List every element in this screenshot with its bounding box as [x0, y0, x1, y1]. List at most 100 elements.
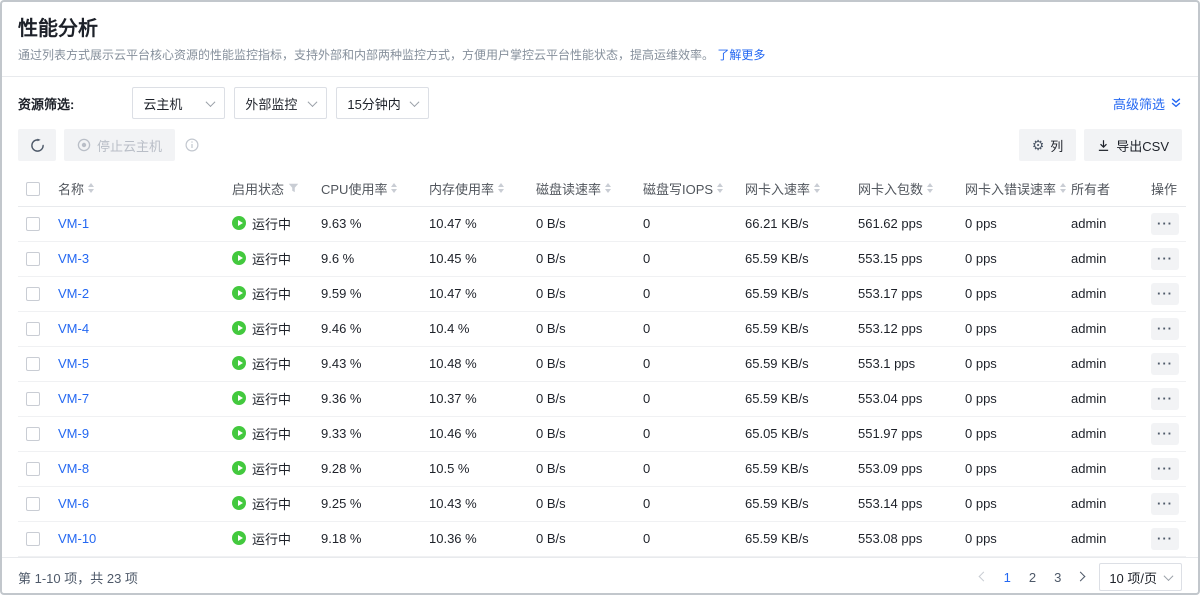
row-actions-button[interactable]: ···	[1151, 283, 1179, 305]
filter-funnel-icon[interactable]	[288, 183, 299, 193]
disk-read-rate-cell: 0 B/s	[536, 521, 643, 556]
row-checkbox[interactable]	[26, 427, 40, 441]
disk-write-iops-cell: 0	[643, 206, 745, 241]
resource-type-select[interactable]: 云主机	[132, 87, 225, 119]
row-checkbox[interactable]	[26, 357, 40, 371]
sort-icon[interactable]	[1060, 183, 1066, 193]
sort-icon[interactable]	[88, 183, 94, 193]
running-status-icon	[232, 496, 246, 510]
advanced-filter-label: 高级筛选	[1113, 94, 1165, 113]
nic-in-error-rate-cell: 0 pps	[965, 381, 1071, 416]
owner-cell: admin	[1071, 311, 1143, 346]
row-checkbox[interactable]	[26, 462, 40, 476]
row-actions-button[interactable]: ···	[1151, 528, 1179, 550]
running-status-icon	[232, 531, 246, 545]
vm-name-link[interactable]: VM-1	[58, 216, 89, 231]
memory-usage-cell: 10.43 %	[429, 486, 536, 521]
memory-usage-cell: 10.4 %	[429, 311, 536, 346]
row-actions-button[interactable]: ···	[1151, 353, 1179, 375]
row-actions-button[interactable]: ···	[1151, 213, 1179, 235]
col-disk-write-iops: 磁盘写IOPS	[643, 179, 713, 198]
time-range-value: 15分钟内	[347, 94, 400, 113]
info-icon[interactable]	[185, 138, 199, 152]
nic-in-rate-cell: 65.59 KB/s	[745, 521, 858, 556]
filter-bar: 资源筛选: 云主机 外部监控 15分钟内 高级筛选	[2, 77, 1198, 129]
nic-in-rate-cell: 66.21 KB/s	[745, 206, 858, 241]
vm-name-link[interactable]: VM-8	[58, 461, 89, 476]
nic-in-error-rate-cell: 0 pps	[965, 521, 1071, 556]
row-checkbox[interactable]	[26, 287, 40, 301]
row-actions-button[interactable]: ···	[1151, 248, 1179, 270]
refresh-button[interactable]	[18, 129, 56, 161]
time-range-select[interactable]: 15分钟内	[336, 87, 429, 119]
gear-icon: ⚙	[1032, 138, 1045, 152]
row-checkbox[interactable]	[26, 392, 40, 406]
page-number-3[interactable]: 3	[1052, 570, 1063, 585]
row-actions-button[interactable]: ···	[1151, 388, 1179, 410]
running-status-icon	[232, 461, 246, 475]
vm-name-link[interactable]: VM-6	[58, 496, 89, 511]
columns-button[interactable]: ⚙ 列	[1019, 129, 1077, 161]
status-label: 运行中	[252, 214, 291, 233]
memory-usage-cell: 10.47 %	[429, 206, 536, 241]
row-checkbox[interactable]	[26, 322, 40, 336]
row-actions-button[interactable]: ···	[1151, 493, 1179, 515]
disk-read-rate-cell: 0 B/s	[536, 276, 643, 311]
disk-write-iops-cell: 0	[643, 311, 745, 346]
disk-write-iops-cell: 0	[643, 521, 745, 556]
page-number-2[interactable]: 2	[1027, 570, 1038, 585]
sort-icon[interactable]	[498, 183, 504, 193]
disk-write-iops-cell: 0	[643, 486, 745, 521]
vm-name-link[interactable]: VM-10	[58, 531, 96, 546]
nic-in-packets-cell: 561.62 pps	[858, 206, 965, 241]
col-nic-in-err: 网卡入错误速率	[965, 179, 1056, 198]
disk-write-iops-cell: 0	[643, 416, 745, 451]
row-checkbox[interactable]	[26, 252, 40, 266]
page-subtitle: 通过列表方式展示云平台核心资源的性能监控指标，支持外部和内部两种监控方式，方便用…	[18, 47, 1182, 64]
vm-name-link[interactable]: VM-2	[58, 286, 89, 301]
disk-read-rate-cell: 0 B/s	[536, 241, 643, 276]
sort-icon[interactable]	[605, 183, 611, 193]
row-checkbox[interactable]	[26, 497, 40, 511]
stop-vm-button[interactable]: 停止云主机	[64, 129, 175, 161]
table-row: VM-5 运行中 9.43 % 10.48 % 0 B/s 0 65.59 KB…	[18, 346, 1186, 381]
row-actions-button[interactable]: ···	[1151, 423, 1179, 445]
row-checkbox[interactable]	[26, 532, 40, 546]
vm-name-link[interactable]: VM-4	[58, 321, 89, 336]
prev-page-button[interactable]	[980, 573, 988, 581]
page-title: 性能分析	[18, 16, 1182, 42]
table-header-row: 名称 启用状态 CPU使用率 内存使用率 磁盘读速率 磁盘写IOPS 网卡入速率…	[18, 171, 1186, 206]
sort-icon[interactable]	[717, 183, 723, 193]
status-label: 运行中	[252, 459, 291, 478]
disk-write-iops-cell: 0	[643, 346, 745, 381]
pagination-pages: 123	[1002, 570, 1064, 585]
vm-name-link[interactable]: VM-3	[58, 251, 89, 266]
export-csv-button[interactable]: 导出CSV	[1084, 129, 1182, 161]
vm-name-link[interactable]: VM-9	[58, 426, 89, 441]
advanced-filter-link[interactable]: 高级筛选	[1113, 94, 1182, 113]
table-row: VM-4 运行中 9.46 % 10.4 % 0 B/s 0 65.59 KB/…	[18, 311, 1186, 346]
monitor-type-select[interactable]: 外部监控	[234, 87, 327, 119]
cpu-usage-cell: 9.25 %	[321, 486, 429, 521]
cpu-usage-cell: 9.6 %	[321, 241, 429, 276]
sort-icon[interactable]	[927, 183, 933, 193]
next-page-button[interactable]	[1077, 573, 1085, 581]
row-actions-button[interactable]: ···	[1151, 318, 1179, 340]
toolbar: 停止云主机 ⚙ 列 导出CSV	[2, 129, 1198, 171]
vm-name-link[interactable]: VM-7	[58, 391, 89, 406]
sort-icon[interactable]	[391, 183, 397, 193]
col-nic-in-pkts: 网卡入包数	[858, 179, 923, 198]
nic-in-packets-cell: 553.12 pps	[858, 311, 965, 346]
vm-name-link[interactable]: VM-5	[58, 356, 89, 371]
disk-write-iops-cell: 0	[643, 451, 745, 486]
select-all-checkbox[interactable]	[26, 182, 40, 196]
row-checkbox[interactable]	[26, 217, 40, 231]
page-size-select[interactable]: 10 项/页	[1099, 563, 1182, 591]
page-number-1[interactable]: 1	[1002, 570, 1013, 585]
status-label: 运行中	[252, 389, 291, 408]
running-status-icon	[232, 251, 246, 265]
sort-icon[interactable]	[814, 183, 820, 193]
learn-more-link[interactable]: 了解更多	[717, 48, 765, 62]
row-actions-button[interactable]: ···	[1151, 458, 1179, 480]
nic-in-error-rate-cell: 0 pps	[965, 486, 1071, 521]
